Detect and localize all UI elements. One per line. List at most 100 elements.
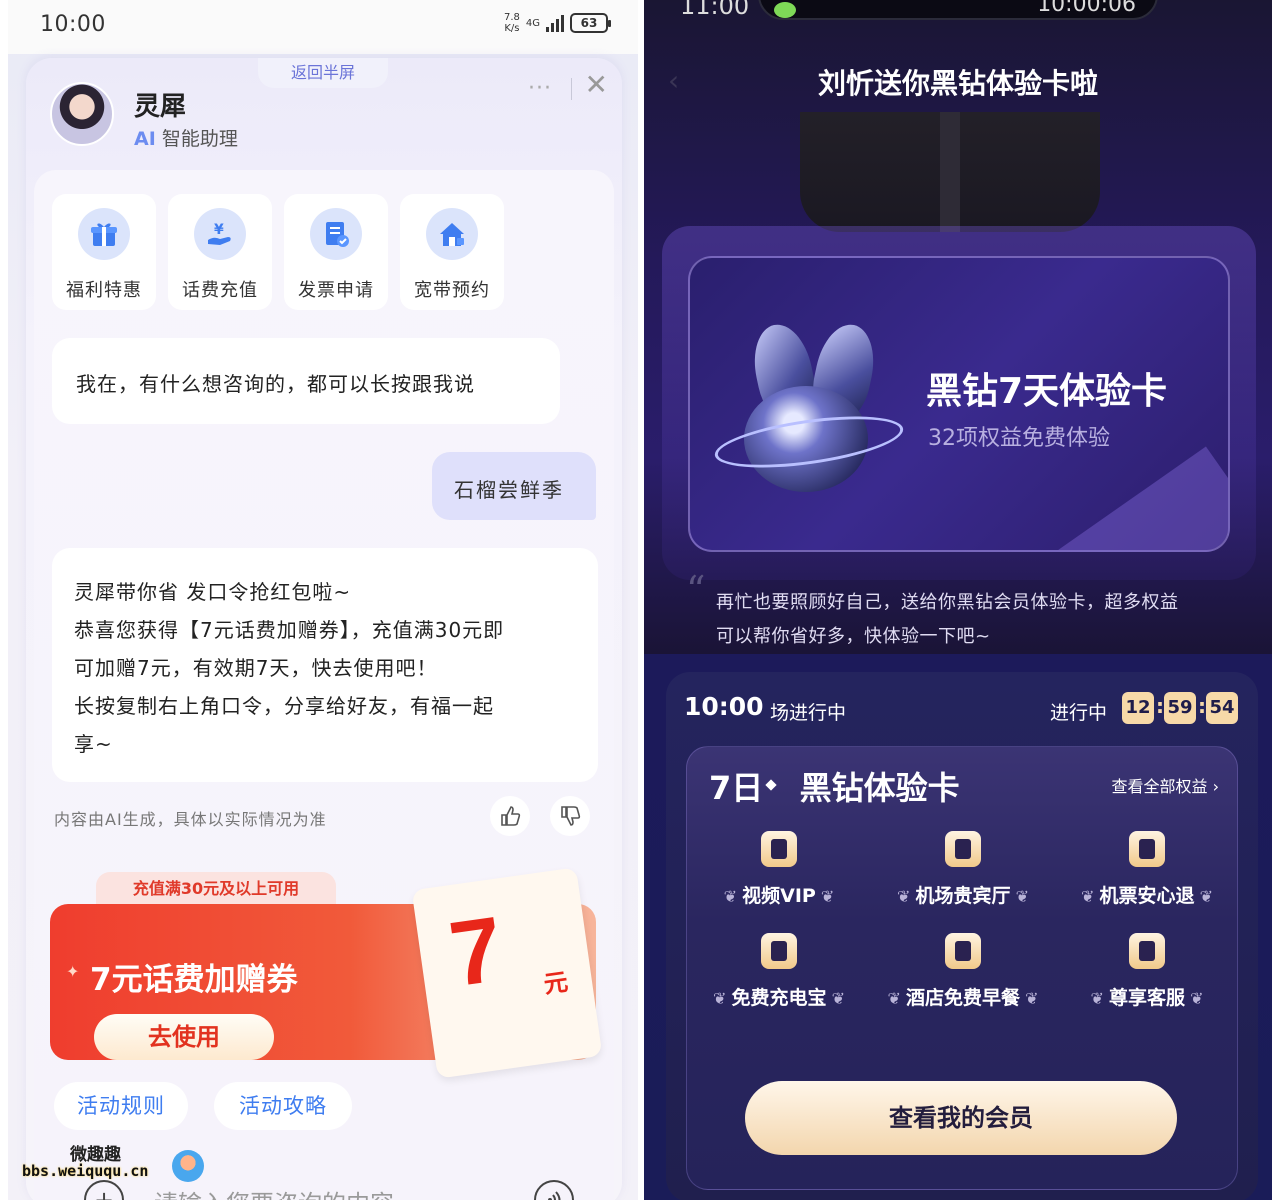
- quote-icon: “: [686, 568, 706, 612]
- thumbs-up-icon[interactable]: [490, 796, 530, 836]
- assistant-name: 灵犀: [134, 92, 187, 122]
- benefits-title: 7日 黑钻体验卡: [709, 763, 960, 809]
- assistant-sheet: 返回半屏 灵犀 AI 智能助理 ··· ✕ 福利特惠 ¥ 话费充值 发票申请 宽…: [26, 58, 622, 1200]
- gift-icon: [78, 208, 130, 260]
- benefit-power-bank[interactable]: ❦ 免费充电宝 ❦: [687, 933, 871, 1023]
- countdown-seconds: 54: [1206, 692, 1238, 724]
- view-all-benefits-link[interactable]: 查看全部权益 ›: [1112, 773, 1220, 797]
- status-bar: 10:00 7.8 K/s 4G 63: [8, 0, 638, 54]
- countdown-separator: :: [1156, 694, 1164, 718]
- yuan-hand-icon: ¥: [194, 208, 246, 260]
- lounge-sofa-icon: [945, 831, 981, 867]
- card-title: 黑钻7天体验卡: [926, 371, 1168, 412]
- coupon-title: 7元话费加赠券: [90, 962, 298, 998]
- assistant-role: 智能助理: [161, 128, 238, 150]
- countdown-minutes: 59: [1164, 692, 1196, 724]
- reply-line: 享~: [74, 732, 113, 756]
- net-speed: 7.8 K/s: [504, 12, 520, 34]
- more-icon[interactable]: ···: [528, 76, 552, 101]
- assistant-greeting-bubble[interactable]: 我在，有什么想咨询的，都可以长按跟我说: [52, 338, 560, 424]
- ticket-refund-icon: [1129, 831, 1165, 867]
- reply-line: 恭喜您获得【7元话费加赠券】，充值满30元即: [74, 618, 505, 642]
- countdown-label: 进行中: [1050, 702, 1108, 724]
- reply-line: 长按复制右上角口令，分享给好友，有福一起: [74, 694, 494, 718]
- video-play-icon: [761, 831, 797, 867]
- benefit-ticket-refund[interactable]: ❦ 机票安心退 ❦: [1055, 831, 1239, 921]
- benefit-label-text: 免费充电宝: [731, 987, 827, 1009]
- battery-icon: 63: [570, 13, 611, 33]
- activity-rules-link[interactable]: 活动规则: [54, 1082, 188, 1130]
- benefit-label: ❦ 机场贵宾厅 ❦: [896, 885, 1029, 907]
- benefit-video-vip[interactable]: ❦ 视频VIP ❦: [687, 831, 871, 921]
- user-message-bubble[interactable]: 石榴尝鲜季: [432, 452, 596, 520]
- session-panel: 10:00 场进行中 进行中 12 : 59 : 54 7日 黑钻体验卡 查看全…: [666, 672, 1258, 1200]
- header-divider: [571, 78, 572, 100]
- benefit-label-text: 机票安心退: [1099, 885, 1195, 907]
- black-diamond-trial-card[interactable]: 黑钻7天体验卡 32项权益免费体验: [688, 256, 1230, 552]
- benefit-label: ❦ 酒店免费早餐 ❦: [887, 987, 1039, 1009]
- plus-icon[interactable]: +: [84, 1180, 124, 1200]
- countdown-hours: 12: [1122, 692, 1154, 724]
- close-icon[interactable]: ✕: [585, 70, 608, 100]
- quote-line: 再忙也要照顾好自己，送给你黑钻会员体验卡，超多权益: [716, 592, 1179, 613]
- activity-strategy-link[interactable]: 活动攻略: [214, 1082, 352, 1130]
- benefit-label-text: 机场贵宾厅: [915, 885, 1011, 907]
- use-coupon-button[interactable]: 去使用: [94, 1014, 274, 1060]
- ai-badge: AI: [134, 128, 156, 150]
- benefit-label-text: 尊享客服: [1108, 987, 1185, 1009]
- ai-disclaimer: 内容由AI生成，具体以实际情况为准: [54, 810, 327, 829]
- svg-text:¥: ¥: [214, 222, 224, 238]
- status-icons: 7.8 K/s 4G 63: [504, 12, 611, 34]
- quick-action-label: 福利特惠: [66, 280, 142, 301]
- benefit-label: ❦ 尊享客服 ❦: [1090, 987, 1204, 1009]
- chat-panel: 福利特惠 ¥ 话费充值 发票申请 宽带预约 我在，有什么想咨询的，都可以长按跟我…: [34, 170, 614, 1200]
- thumbs-down-icon[interactable]: [550, 796, 590, 836]
- chat-input[interactable]: 请输入您要咨询的内容: [154, 1184, 394, 1200]
- quick-action-broadband[interactable]: 宽带预约: [400, 194, 504, 310]
- coupon-amount-ticket: 7 元: [411, 867, 603, 1079]
- benefit-label: ❦ 免费充电宝 ❦: [712, 987, 845, 1009]
- benefit-airport-lounge[interactable]: ❦ 机场贵宾厅 ❦: [871, 831, 1055, 921]
- sparkle-icon: ✦: [66, 962, 80, 981]
- page-title: 刘忻送你黑钻体验卡啦: [817, 67, 1098, 100]
- network-type: 4G: [525, 17, 540, 29]
- quick-actions: 福利特惠 ¥ 话费充值 发票申请 宽带预约: [52, 194, 504, 310]
- coupon-condition: 充值满30元及以上可用: [96, 872, 336, 906]
- view-my-membership-button[interactable]: 查看我的会员: [745, 1081, 1177, 1155]
- watermark-logo-icon: [172, 1150, 204, 1182]
- battery-level: 63: [580, 16, 598, 30]
- coupon-unit: 元: [542, 967, 570, 999]
- session-status: 场进行中: [770, 702, 847, 724]
- card-subtitle: 32项权益免费体验: [928, 426, 1110, 451]
- reply-line: 可加赠7元，有效期7天，快去使用吧！: [74, 656, 438, 680]
- coupon-card[interactable]: 充值满30元及以上可用 ✦ 7元话费加赠券 去使用 7 元: [50, 867, 603, 1079]
- benefit-hotel-breakfast[interactable]: ❦ 酒店免费早餐 ❦: [871, 933, 1055, 1023]
- benefit-label: ❦ 机票安心退 ❦: [1080, 885, 1213, 907]
- benefit-vip-service[interactable]: ❦ 尊享客服 ❦: [1055, 933, 1239, 1023]
- quick-action-invoice[interactable]: 发票申请: [284, 194, 388, 310]
- voice-icon[interactable]: [534, 1180, 574, 1200]
- assistant-subtitle: AI 智能助理: [134, 124, 238, 151]
- presenter-photo: [800, 112, 1100, 232]
- gift-header-area: 11:00 10:00:06 ‹ 刘忻送你黑钻体验卡啦 黑钻7天体验卡 32项权…: [644, 0, 1272, 654]
- broadband-home-icon: [426, 208, 478, 260]
- net-speed-value: 7.8: [503, 12, 520, 23]
- session-time: 10:00: [684, 692, 764, 721]
- signal-icon: [546, 14, 564, 32]
- app-indicator-icon: [774, 2, 796, 18]
- watermark-url: bbs.weiququ.cn: [22, 1162, 149, 1180]
- coupon-amount: 7: [443, 897, 509, 1007]
- user-message-text: 石榴尝鲜季: [454, 478, 564, 502]
- countdown-separator: :: [1198, 694, 1206, 718]
- left-screenshot: 10:00 7.8 K/s 4G 63 返回半屏 灵犀 AI 智能助理 ··· …: [8, 0, 638, 1200]
- quick-action-benefits[interactable]: 福利特惠: [52, 194, 156, 310]
- quote-line: 可以帮你省好多，快体验一下吧~: [716, 626, 991, 647]
- assistant-reply-bubble[interactable]: 灵犀带你省 发口令抢红包啦~ 恭喜您获得【7元话费加赠券】，充值满30元即 可加…: [52, 548, 598, 782]
- quick-action-recharge[interactable]: ¥ 话费充值: [168, 194, 272, 310]
- assistant-avatar: [50, 82, 114, 146]
- dynamic-island: 10:00:06: [758, 0, 1158, 20]
- benefit-label-text: 酒店免费早餐: [905, 987, 1020, 1009]
- net-speed-unit: K/s: [504, 23, 520, 34]
- quick-action-label: 话费充值: [182, 280, 258, 301]
- benefits-card-name: 黑钻体验卡: [799, 769, 960, 807]
